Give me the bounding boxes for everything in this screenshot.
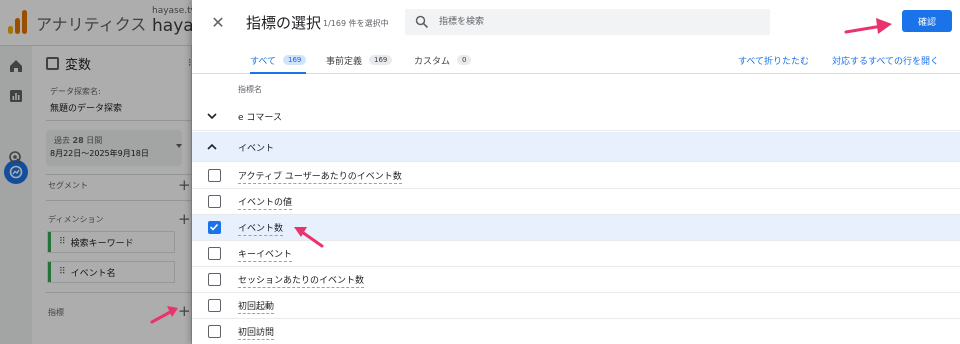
metric-checkbox[interactable] <box>208 273 221 286</box>
metric-label: 初回訪問 <box>238 325 275 340</box>
tab-count-badge: 169 <box>369 55 393 65</box>
expand-all-link[interactable]: 対応するすべての行を開く <box>832 54 939 67</box>
checkmark-icon <box>209 223 219 231</box>
dialog-title: 指標の選択 <box>246 14 322 32</box>
confirm-button[interactable]: 確認 <box>902 10 952 32</box>
collapse-all-link[interactable]: すべて折りたたむ <box>738 54 809 67</box>
search-box[interactable] <box>405 9 770 35</box>
metric-selection-dialog: ✕ 指標の選択 1/169 件を選択中 確認 すべて 169 事前定義 169 … <box>192 0 960 344</box>
annotation-arrow-icon <box>294 227 324 248</box>
metric-label: キーイベント <box>238 247 293 262</box>
metric-checkbox[interactable] <box>208 195 221 208</box>
metric-row[interactable]: 初回起動 <box>192 293 960 319</box>
chevron-up-icon[interactable] <box>207 142 217 152</box>
tab-all[interactable]: すべて 169 <box>250 46 307 74</box>
metric-checkbox[interactable] <box>208 325 221 338</box>
tab-predefined[interactable]: 事前定義 169 <box>326 46 393 74</box>
search-input[interactable] <box>439 13 759 31</box>
group-label: イベント <box>238 144 275 154</box>
modal-scrim[interactable] <box>0 0 192 344</box>
tab-count-badge: 169 <box>283 55 307 65</box>
metric-checkbox[interactable] <box>208 221 221 234</box>
chevron-down-icon[interactable] <box>207 111 217 121</box>
metric-checkbox[interactable] <box>208 299 221 312</box>
selection-count: 1/169 件を選択中 <box>323 19 389 28</box>
tab-custom[interactable]: カスタム 0 <box>414 46 472 74</box>
metric-label: 初回起動 <box>238 299 275 314</box>
metric-label: セッションあたりのイベント数 <box>238 273 365 288</box>
search-icon <box>415 15 429 29</box>
metric-row[interactable]: 初回訪問 <box>192 319 960 344</box>
metric-row[interactable]: セッションあたりのイベント数 <box>192 267 960 293</box>
group-label: e コマース <box>238 113 282 123</box>
metric-row[interactable]: イベントの値 <box>192 189 960 215</box>
metric-checkbox[interactable] <box>208 169 221 182</box>
metric-row[interactable]: アクティブ ユーザーあたりのイベント数 <box>192 163 960 189</box>
column-header: 指標名 <box>238 85 262 94</box>
group-row-ecommerce[interactable]: e コマース <box>192 101 960 131</box>
metric-label: アクティブ ユーザーあたりのイベント数 <box>238 169 402 184</box>
metric-label: イベントの値 <box>238 195 293 210</box>
group-row-event[interactable]: イベント <box>192 132 960 162</box>
annotation-arrow-icon <box>844 18 892 34</box>
metric-checkbox[interactable] <box>208 247 221 260</box>
annotation-arrow-icon <box>150 306 178 324</box>
metric-label: イベント数 <box>238 221 284 236</box>
tab-count-badge: 0 <box>457 55 472 65</box>
close-icon[interactable]: ✕ <box>208 12 228 32</box>
